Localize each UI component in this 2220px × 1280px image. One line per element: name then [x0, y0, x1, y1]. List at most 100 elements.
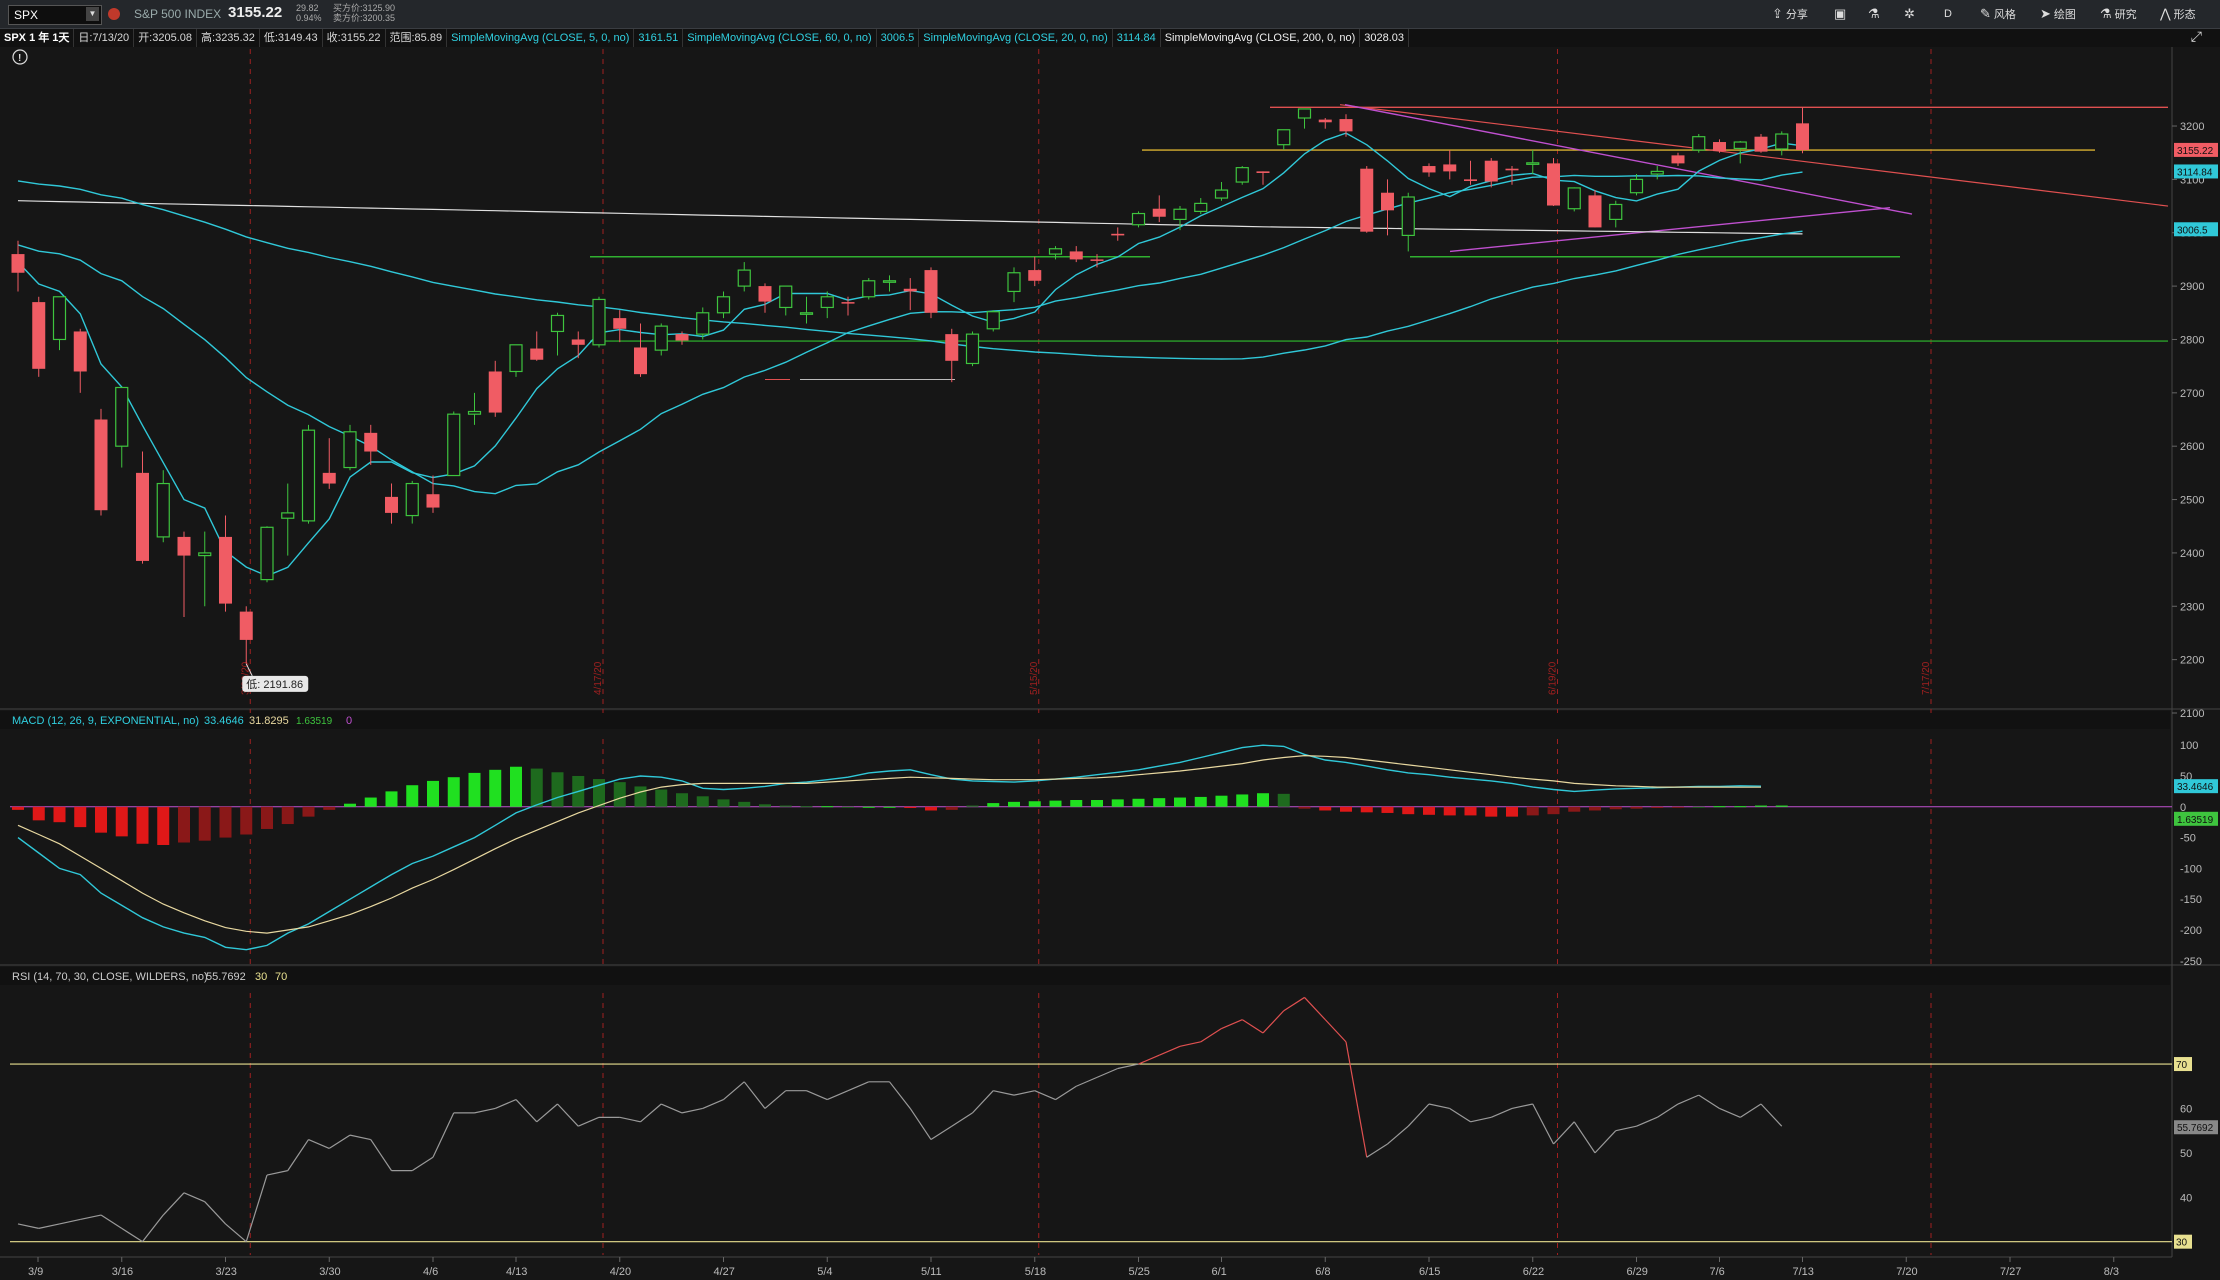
expand-icon[interactable]: ⤢: [2191, 28, 2202, 45]
macd-histogram-bar: [1775, 805, 1788, 807]
candle-body: [73, 331, 87, 372]
candle-body: [1733, 141, 1747, 150]
drawing-button[interactable]: ➤ 绘图: [2040, 4, 2076, 24]
study-sma20-label[interactable]: SimpleMovingAvg (CLOSE, 20, 0, no): [919, 29, 1113, 47]
macd-histogram-bar: [261, 806, 273, 829]
candle-body: [177, 536, 191, 556]
chart-title: SPX 1 年 1天: [0, 29, 75, 47]
macd-histogram-bar: [1423, 806, 1435, 815]
month-marker-label: 5/15/20: [1029, 661, 1040, 695]
candle-body: [1256, 171, 1270, 173]
macd-histogram-bar: [323, 806, 336, 810]
study-sma5-label[interactable]: SimpleMovingAvg (CLOSE, 5, 0, no): [447, 29, 635, 47]
month-marker-label: 7/17/20: [1921, 661, 1932, 695]
candle-body: [1526, 162, 1540, 165]
chart-canvas[interactable]: 3/23/204/17/205/15/206/19/207/17/20 低: 2…: [0, 47, 2220, 1280]
macd-tick-label: -250: [2180, 956, 2202, 968]
macd-histogram-bar: [1132, 798, 1145, 807]
price-tick-label: 2500: [2180, 495, 2204, 507]
candle-body: [1505, 168, 1519, 171]
macd-histogram-bar: [759, 804, 771, 807]
macd-histogram-bar: [427, 780, 439, 807]
monitor-button[interactable]: ▣: [1834, 4, 1846, 24]
study-sma200-label[interactable]: SimpleMovingAvg (CLOSE, 200, 0, no): [1161, 29, 1361, 47]
candle-body: [52, 296, 67, 341]
candle-body: [799, 312, 814, 315]
candle-body: [1464, 179, 1477, 181]
date-tick-label: 5/11: [921, 1266, 942, 1278]
candle-body: [737, 269, 751, 287]
macd-histogram-bar: [779, 805, 792, 807]
macd-header-zero: 0: [346, 715, 352, 727]
candle: [301, 424, 316, 524]
studies-button[interactable]: ⚗ 研究: [2100, 4, 2137, 24]
candle-body: [1567, 187, 1581, 210]
candle-body: [239, 611, 253, 640]
macd-histogram-bar: [1215, 795, 1228, 807]
candle: [592, 296, 606, 348]
candle: [696, 307, 710, 340]
candle-body: [1028, 270, 1042, 281]
candle-body: [675, 334, 689, 341]
date-tick-label: 6/29: [1627, 1266, 1648, 1278]
style-button[interactable]: ✎ 风格: [1980, 4, 2016, 24]
candle-body: [1360, 168, 1374, 232]
macd-histogram-bar: [862, 806, 875, 808]
candle: [447, 411, 461, 477]
macd-histogram-bar: [240, 806, 253, 835]
candle: [509, 344, 523, 377]
bar-low: 低:3149.43: [260, 29, 323, 47]
candle-body: [758, 286, 772, 302]
price-tick-label: 2100: [2180, 708, 2204, 720]
candle-body: [1401, 196, 1415, 237]
ask-price: 卖方价:3200.35: [333, 13, 396, 23]
candle-body: [94, 419, 108, 511]
macd-histogram-bar: [32, 806, 45, 821]
macd-histogram-bar: [1153, 798, 1166, 807]
candle-body: [945, 334, 959, 361]
settings-button[interactable]: ✲: [1904, 4, 1915, 24]
candle-body: [156, 482, 170, 538]
date-tick-label: 3/16: [112, 1266, 133, 1278]
candle-body: [1443, 164, 1457, 172]
chevron-down-icon[interactable]: ▼: [86, 7, 99, 21]
bid-price: 买方价:3125.90: [333, 3, 396, 13]
study-sma60-label[interactable]: SimpleMovingAvg (CLOSE, 60, 0, no): [683, 29, 877, 47]
symbol-input[interactable]: SPX ▼: [8, 5, 102, 25]
candle-body: [530, 348, 544, 360]
macd-histogram-bar: [655, 789, 668, 807]
candle-body: [1484, 160, 1498, 182]
candle-body: [1422, 166, 1436, 173]
candle-body: [1090, 259, 1104, 261]
share-button[interactable]: ⇪ 分享: [1772, 4, 1808, 24]
macd-histogram-bar: [945, 806, 958, 810]
candle-body: [1692, 136, 1706, 151]
price-tick-label: 2800: [2180, 334, 2204, 346]
macd-histogram-bar: [1257, 793, 1269, 807]
macd-tick-label: -50: [2180, 833, 2196, 845]
macd-histogram-bar: [1526, 806, 1539, 816]
macd-histogram-bar: [634, 786, 647, 807]
patterns-button[interactable]: ⋀ 形态: [2160, 4, 2196, 24]
macd-histogram-bar: [136, 806, 149, 844]
candle-body: [1111, 233, 1125, 236]
rsi-tick-label: 40: [2180, 1192, 2192, 1204]
candle-body: [1381, 192, 1394, 211]
macd-histogram-bar: [738, 801, 751, 807]
alert-icon[interactable]: [108, 8, 120, 20]
flask-button[interactable]: ⚗: [1868, 4, 1880, 24]
macd-histogram-bar: [198, 806, 211, 841]
rsi-header-value: 55.7692: [206, 971, 246, 983]
candle-body: [301, 429, 316, 522]
bar-date: 日:7/13/20: [74, 29, 135, 47]
macd-histogram-bar: [447, 777, 460, 807]
study-sma60-value: 3006.5: [877, 29, 920, 47]
candle-body: [467, 410, 482, 415]
candle-body: [1277, 129, 1291, 146]
aggregation-button[interactable]: D: [1944, 4, 1952, 24]
candle-body: [613, 318, 627, 329]
macd-histogram-bar: [1755, 805, 1767, 807]
month-marker-label: 6/19/20: [1548, 661, 1559, 695]
macd-histogram-bar: [551, 772, 564, 807]
price-tick-label: 2600: [2180, 441, 2204, 453]
